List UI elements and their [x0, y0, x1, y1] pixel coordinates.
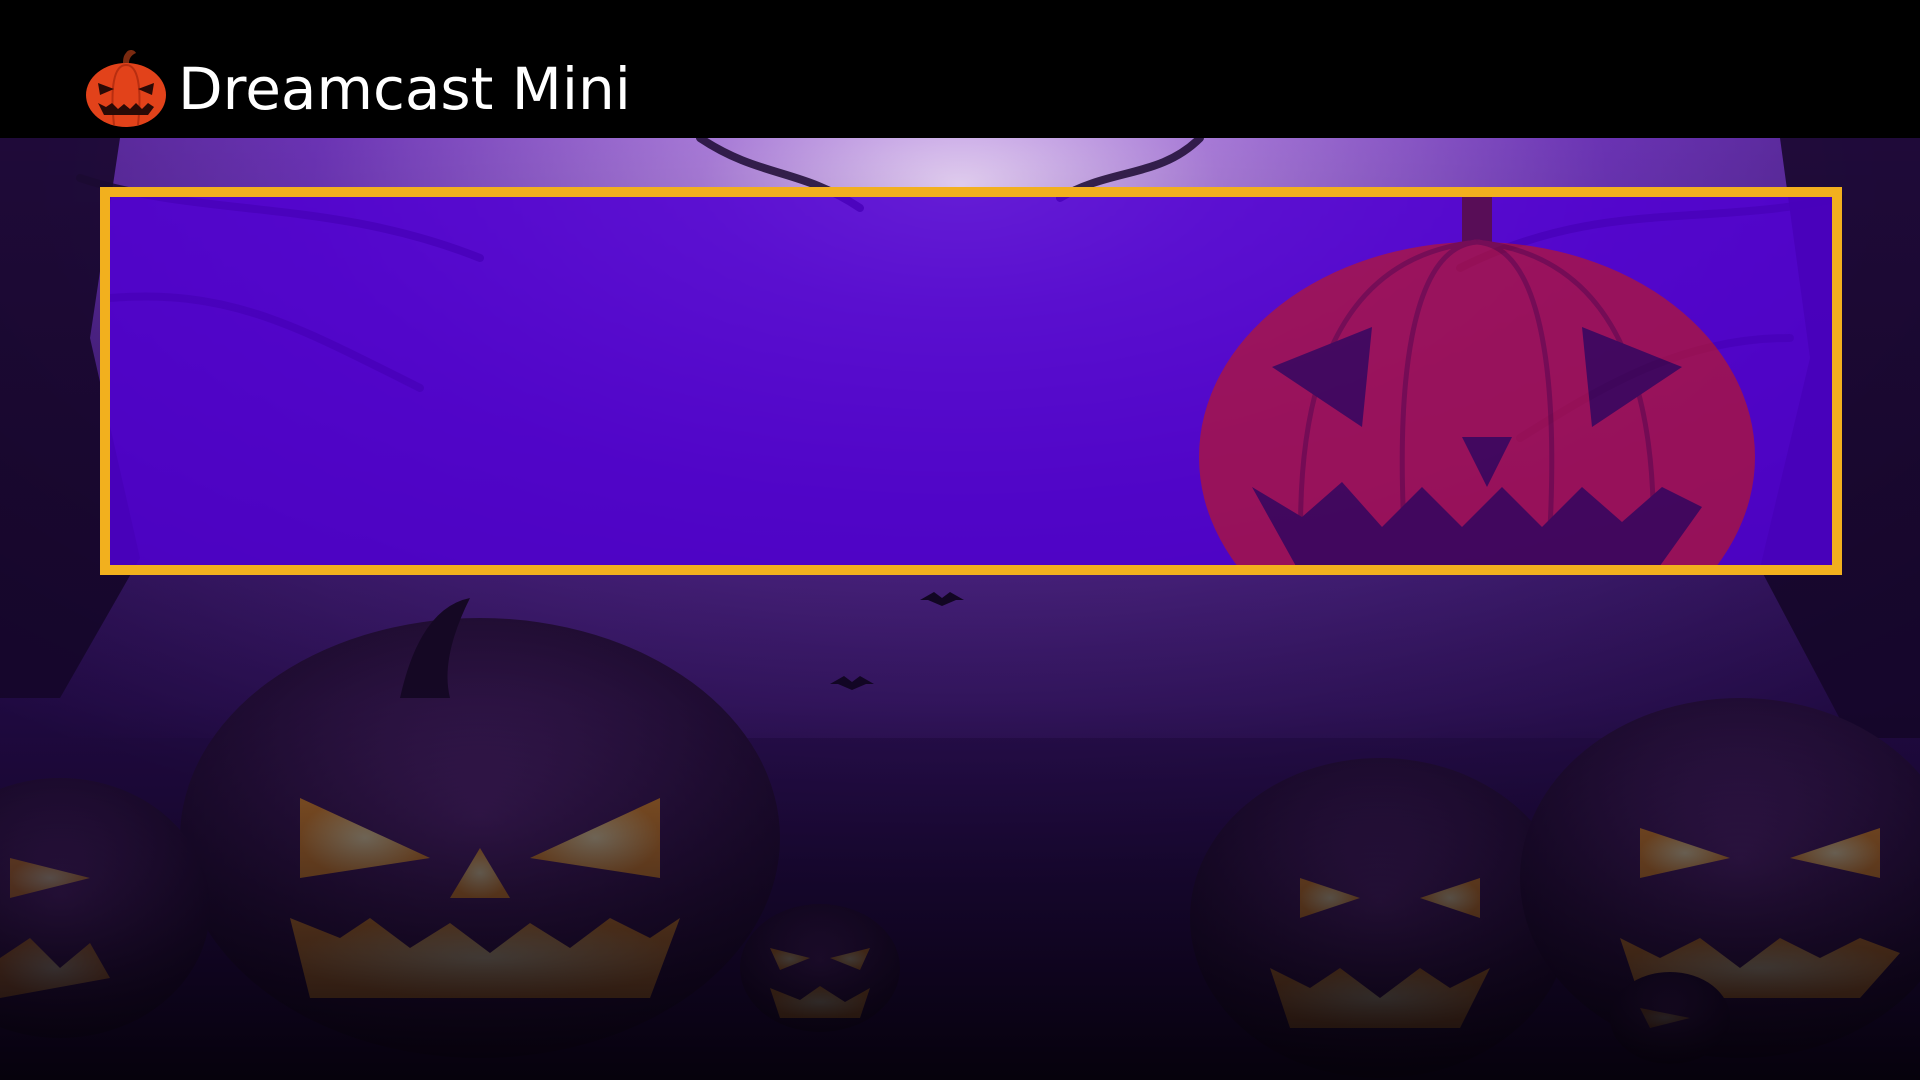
app-title: Dreamcast Mini: [178, 55, 631, 123]
frontend-screen: Dreamcast Mini: [0, 0, 1920, 1080]
jack-o-lantern-icon: [1199, 197, 1755, 565]
top-bar: Dreamcast Mini: [0, 0, 1920, 138]
jack-o-lantern-icon: [86, 50, 166, 127]
brand: Dreamcast Mini: [84, 46, 631, 132]
selected-item-panel[interactable]: [100, 187, 1842, 575]
